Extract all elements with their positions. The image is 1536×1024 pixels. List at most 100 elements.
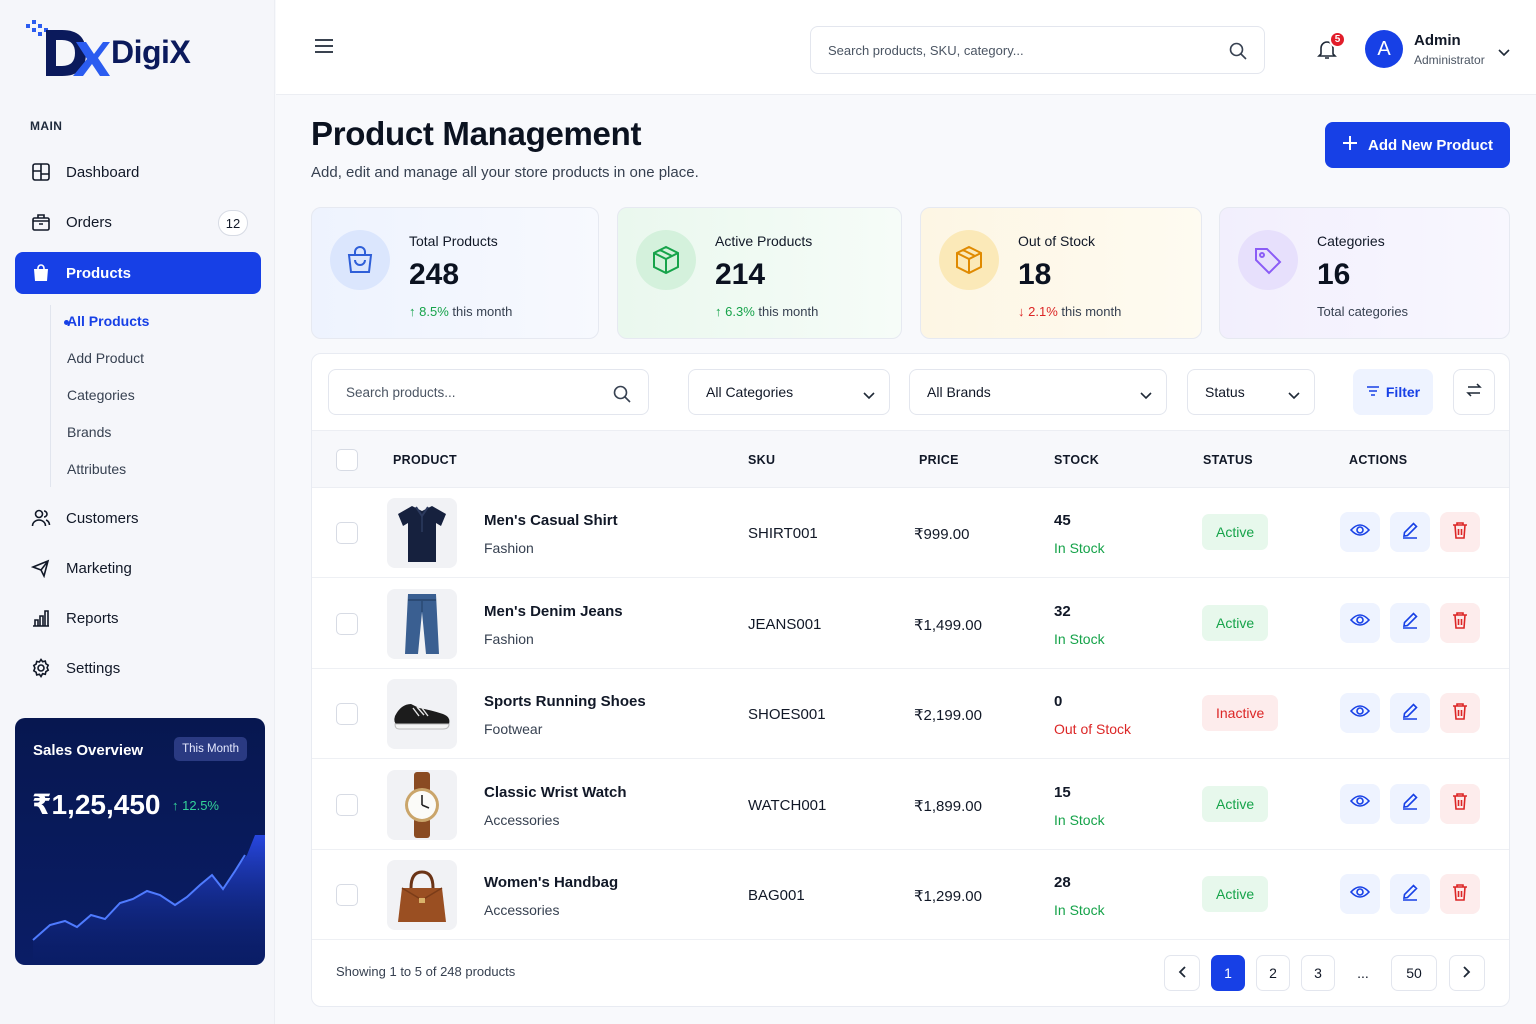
global-search-input[interactable]: Search products, SKU, category... (810, 26, 1265, 74)
edit-button[interactable] (1390, 602, 1430, 643)
category-dropdown[interactable]: All Categories (688, 369, 890, 415)
orders-count-badge: 12 (218, 210, 248, 236)
view-button[interactable] (1340, 602, 1380, 643)
menu-icon[interactable] (314, 38, 334, 54)
dropdown-value: All Categories (706, 384, 794, 400)
pagination-ellipsis: ... (1357, 965, 1369, 981)
product-sku: SHOES001 (748, 706, 826, 723)
pagination-prev-button[interactable] (1164, 955, 1200, 991)
sidebar-item-marketing[interactable]: Marketing (15, 547, 261, 589)
sidebar-item-reports[interactable]: Reports (15, 597, 261, 639)
subnav-brands[interactable]: Brands (67, 424, 111, 440)
column-header[interactable]: SKU (748, 453, 775, 467)
search-icon[interactable] (1228, 41, 1248, 64)
search-icon[interactable] (612, 384, 632, 407)
column-header[interactable]: PRODUCT (393, 453, 457, 467)
view-button[interactable] (1340, 783, 1380, 824)
column-header[interactable]: STATUS (1203, 453, 1253, 467)
delete-button[interactable] (1440, 783, 1480, 824)
pagination-page-3[interactable]: 3 (1301, 955, 1335, 991)
product-category: Accessories (484, 811, 560, 828)
pagination-page-50[interactable]: 50 (1391, 955, 1437, 991)
product-name[interactable]: Men's Casual Shirt (484, 512, 618, 529)
view-button[interactable] (1340, 512, 1380, 552)
stat-footer: ↑ 6.3% this month (715, 304, 818, 319)
product-name[interactable]: Women's Handbag (484, 874, 618, 891)
product-sku: BAG001 (748, 887, 805, 904)
products-subnav: All Products Add Product Categories Bran… (50, 305, 149, 487)
select-all-checkbox[interactable] (336, 449, 358, 471)
row-checkbox[interactable] (336, 793, 358, 816)
sidebar-item-customers[interactable]: Customers (15, 497, 261, 539)
row-checkbox[interactable] (336, 884, 358, 906)
product-name[interactable]: Sports Running Shoes (484, 693, 646, 710)
delete-button[interactable] (1440, 602, 1480, 643)
table-row[interactable]: Women's Handbag Accessories BAG001 ₹1,29… (312, 850, 1509, 940)
column-header[interactable]: PRICE (919, 453, 959, 467)
pagination-page-1[interactable]: 1 (1211, 955, 1245, 991)
sidebar-item-products[interactable]: Products (15, 252, 261, 294)
delete-button[interactable] (1440, 874, 1480, 914)
product-category: Fashion (484, 630, 534, 647)
chevron-down-icon[interactable] (1498, 44, 1510, 62)
pagination-page-2[interactable]: 2 (1256, 955, 1290, 991)
column-header[interactable]: STOCK (1054, 453, 1099, 467)
edit-button[interactable] (1390, 512, 1430, 552)
delete-button[interactable] (1440, 693, 1480, 733)
sidebar-item-label: Marketing (66, 559, 132, 577)
page-subtitle: Add, edit and manage all your store prod… (311, 164, 699, 181)
product-image-bag (387, 860, 457, 930)
products-icon (31, 263, 51, 283)
subnav-all-products[interactable]: All Products (64, 313, 149, 329)
pencil-icon (1401, 883, 1419, 906)
sidebar-item-dashboard[interactable]: Dashboard (15, 151, 261, 193)
dropdown-value: All Brands (927, 384, 991, 400)
table-row[interactable]: Sports Running Shoes Footwear SHOES001 ₹… (312, 669, 1509, 759)
eye-icon (1349, 523, 1371, 542)
eye-icon (1349, 704, 1371, 723)
sidebar-item-settings[interactable]: Settings (15, 647, 261, 689)
row-checkbox[interactable] (336, 703, 358, 725)
view-button[interactable] (1340, 693, 1380, 733)
products-panel: Search products... All Categories All Br… (311, 353, 1510, 1007)
sidebar-item-orders[interactable]: Orders 12 (15, 201, 261, 243)
pencil-icon (1401, 792, 1419, 815)
edit-button[interactable] (1390, 783, 1430, 824)
brand-dropdown[interactable]: All Brands (909, 369, 1167, 415)
table-row[interactable]: Men's Denim Jeans Fashion JEANS001 ₹1,49… (312, 579, 1509, 669)
subnav-attributes[interactable]: Attributes (67, 461, 126, 477)
table-header: PRODUCT SKU PRICE STOCK STATUS ACTIONS (312, 430, 1509, 488)
product-search-input[interactable]: Search products... (328, 369, 649, 415)
dropdown-value: Status (1205, 384, 1245, 400)
sort-toggle-button[interactable] (1453, 369, 1495, 415)
table-row[interactable]: Men's Casual Shirt Fashion SHIRT001 ₹999… (312, 488, 1509, 578)
sales-sparkline (32, 835, 265, 965)
subnav-categories[interactable]: Categories (67, 387, 135, 403)
stat-footer: ↑ 8.5% this month (409, 304, 512, 319)
delete-button[interactable] (1440, 512, 1480, 552)
subnav-add-product[interactable]: Add Product (67, 350, 144, 366)
user-name[interactable]: Admin (1414, 32, 1461, 49)
filter-icon (1366, 384, 1380, 400)
brand-logo[interactable]: DigiX (26, 20, 196, 80)
status-dropdown[interactable]: Status (1187, 369, 1315, 415)
stat-delta: 2.1% (1028, 304, 1058, 319)
row-checkbox[interactable] (336, 522, 358, 544)
pagination-next-button[interactable] (1449, 955, 1485, 991)
row-checkbox[interactable] (336, 612, 358, 635)
product-name[interactable]: Men's Denim Jeans (484, 603, 623, 620)
product-name[interactable]: Classic Wrist Watch (484, 784, 627, 801)
avatar[interactable]: A (1365, 30, 1403, 68)
chevron-down-icon (1288, 387, 1300, 403)
stock-quantity: 28 (1054, 874, 1071, 891)
view-button[interactable] (1340, 874, 1380, 914)
stat-value: 214 (715, 258, 766, 291)
table-row[interactable]: Classic Wrist Watch Accessories WATCH001… (312, 760, 1509, 850)
sales-period-badge[interactable]: This Month (174, 737, 247, 761)
pencil-icon (1401, 611, 1419, 634)
edit-button[interactable] (1390, 874, 1430, 914)
edit-button[interactable] (1390, 693, 1430, 733)
add-new-product-button[interactable]: Add New Product (1325, 122, 1510, 168)
filter-button[interactable]: Filter (1353, 369, 1433, 415)
product-image-jeans (387, 588, 457, 659)
